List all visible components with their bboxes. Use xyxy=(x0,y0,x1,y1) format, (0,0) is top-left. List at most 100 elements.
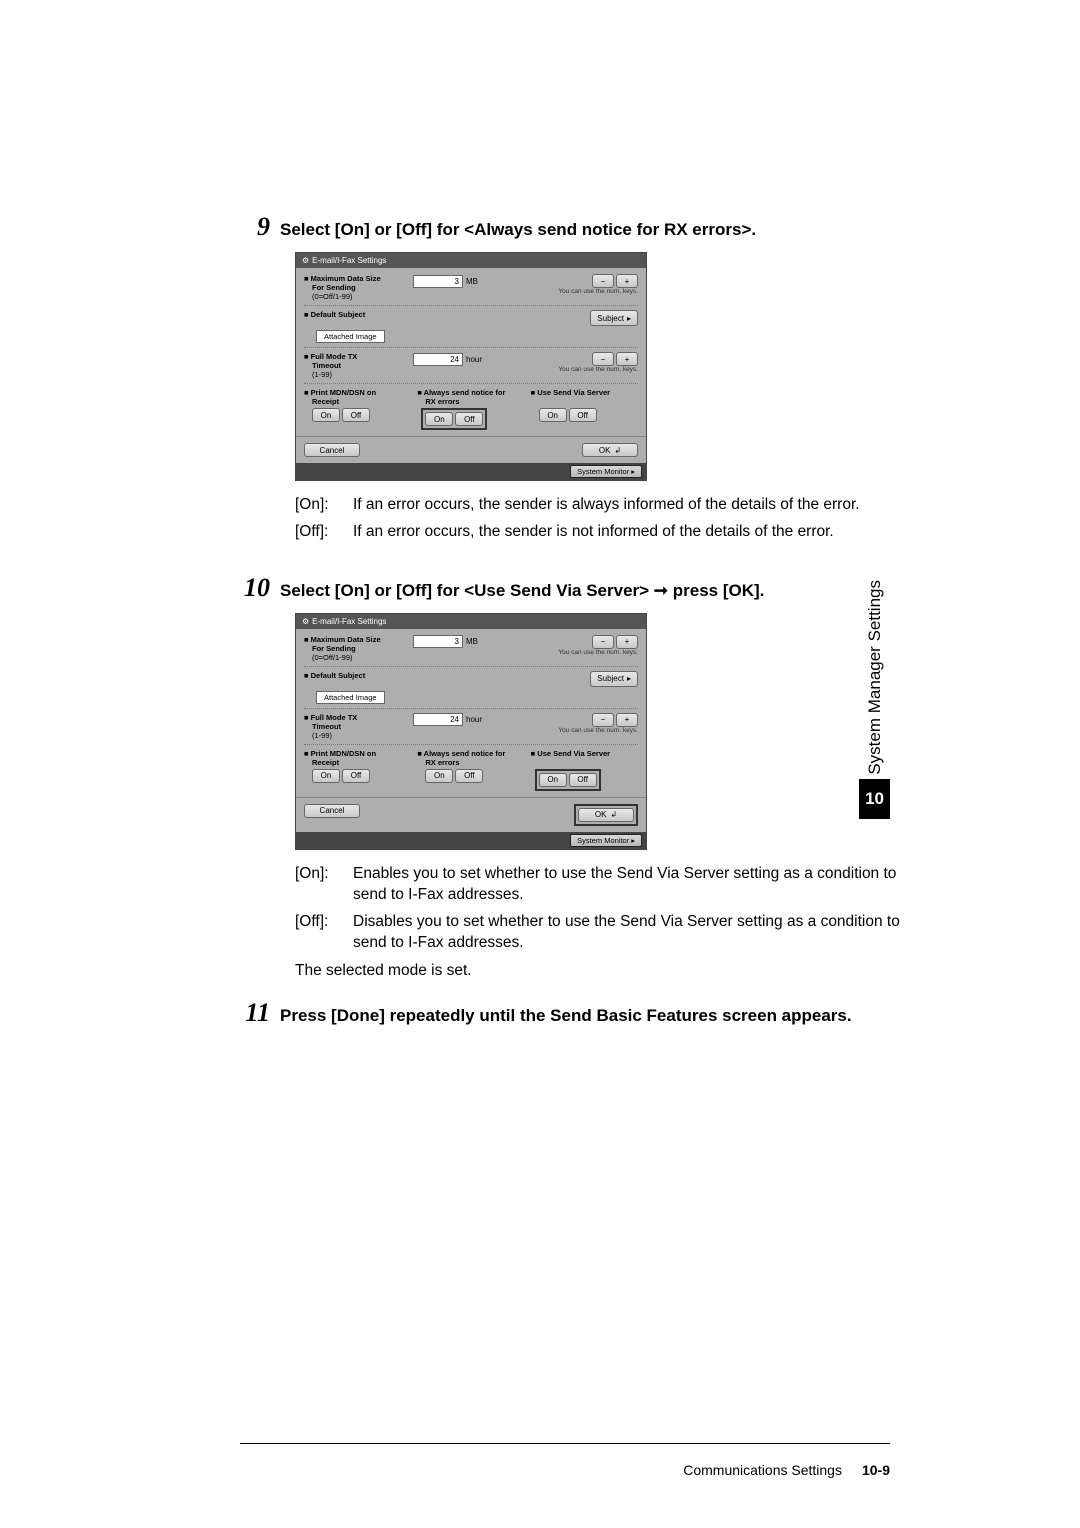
chapter-side-tab: System Manager Settings 10 xyxy=(859,580,890,819)
minus-button[interactable]: − xyxy=(592,713,614,727)
fullmode-label: Full Mode TX xyxy=(311,352,358,361)
numkey-hint: You can use the num. keys. xyxy=(413,649,638,656)
off-description: If an error occurs, the sender is not in… xyxy=(353,522,834,543)
dialog-title-bar: ⚙ E-mail/I-Fax Settings xyxy=(296,614,646,629)
on-button[interactable]: On xyxy=(425,769,453,783)
system-monitor-button[interactable]: System Monitor ▸ xyxy=(570,465,642,478)
chapter-number-box: 10 xyxy=(859,779,890,819)
unit-mb: MB xyxy=(466,277,478,286)
step-title: Press [Done] repeatedly until the Send B… xyxy=(280,1005,852,1028)
max-data-range: (0=Off/1-99) xyxy=(312,653,409,662)
mdn-label: Print MDN/DSN on xyxy=(311,388,376,397)
plus-button[interactable]: + xyxy=(616,352,638,366)
on-description: If an error occurs, the sender is always… xyxy=(353,495,860,516)
fullmode-input[interactable]: 24 xyxy=(413,353,463,366)
on-button[interactable]: On xyxy=(312,408,340,422)
step-10-heading: 10 Select [On] or [Off] for <Use Send Vi… xyxy=(240,573,900,603)
ok-button[interactable]: OK ↲ xyxy=(578,808,634,822)
subject-label: Default Subject xyxy=(311,671,366,680)
notice-label: Always send notice for xyxy=(424,749,506,758)
footer-divider xyxy=(240,1443,890,1444)
viaserver-selection-highlight: On Off xyxy=(535,769,601,791)
on-description: Enables you to set whether to use the Se… xyxy=(353,864,900,906)
numkey-hint: You can use the num. keys. xyxy=(413,288,638,295)
mode-set-note: The selected mode is set. xyxy=(295,962,900,980)
fullmode-label2: Timeout xyxy=(312,361,409,370)
subject-button[interactable]: Subject ▸ xyxy=(590,310,638,326)
fullmode-range: (1-99) xyxy=(312,370,409,379)
mdn-label2: Receipt xyxy=(312,758,411,767)
step-number: 10 xyxy=(240,573,270,603)
numkey-hint: You can use the num. keys. xyxy=(413,366,638,373)
mdn-label2: Receipt xyxy=(312,397,411,406)
off-button[interactable]: Off xyxy=(342,408,370,422)
notice-selection-highlight: On Off xyxy=(421,408,487,430)
max-data-label2: For Sending xyxy=(312,283,409,292)
subject-value: Attached Image xyxy=(316,330,385,343)
settings-screenshot-2: ⚙ E-mail/I-Fax Settings ■ Maximum Data S… xyxy=(295,613,647,850)
viaserver-label: Use Send Via Server xyxy=(537,388,610,397)
on-button[interactable]: On xyxy=(539,408,567,422)
max-data-label: Maximum Data Size xyxy=(311,274,381,283)
step-11-heading: 11 Press [Done] repeatedly until the Sen… xyxy=(240,998,900,1028)
page-footer: Communications Settings 10-9 xyxy=(683,1462,890,1478)
off-label: [Off]: xyxy=(295,522,343,543)
off-button[interactable]: Off xyxy=(569,773,597,787)
unit-hour: hour xyxy=(466,715,482,724)
max-data-input[interactable]: 3 xyxy=(413,635,463,648)
gear-icon: ⚙ xyxy=(302,256,309,265)
chevron-right-icon: ▸ xyxy=(627,314,631,323)
fullmode-label2: Timeout xyxy=(312,722,409,731)
mdn-label: Print MDN/DSN on xyxy=(311,749,376,758)
subject-value: Attached Image xyxy=(316,691,385,704)
max-data-range: (0=Off/1-99) xyxy=(312,292,409,301)
subject-label: Default Subject xyxy=(311,310,366,319)
plus-button[interactable]: + xyxy=(616,713,638,727)
footer-page-number: 10-9 xyxy=(862,1462,890,1478)
ok-button[interactable]: OK ↲ xyxy=(582,443,638,457)
off-description: Disables you to set whether to use the S… xyxy=(353,912,900,954)
step-number: 11 xyxy=(240,998,270,1028)
viaserver-label: Use Send Via Server xyxy=(537,749,610,758)
fullmode-label: Full Mode TX xyxy=(311,713,358,722)
step-title: Select [On] or [Off] for <Always send no… xyxy=(280,219,756,242)
settings-screenshot-1: ⚙ E-mail/I-Fax Settings ■ Maximum Data S… xyxy=(295,252,647,481)
chevron-right-icon: ▸ xyxy=(631,836,635,845)
plus-button[interactable]: + xyxy=(616,635,638,649)
dialog-title: E-mail/I-Fax Settings xyxy=(312,617,386,626)
return-icon: ↲ xyxy=(614,446,621,455)
notice-label2: RX errors xyxy=(425,397,524,406)
cancel-button[interactable]: Cancel xyxy=(304,804,360,818)
unit-mb: MB xyxy=(466,637,478,646)
notice-label2: RX errors xyxy=(425,758,524,767)
subject-button[interactable]: Subject ▸ xyxy=(590,671,638,687)
on-label: [On]: xyxy=(295,864,343,906)
cancel-button[interactable]: Cancel xyxy=(304,443,360,457)
off-button[interactable]: Off xyxy=(455,769,483,783)
max-data-input[interactable]: 3 xyxy=(413,275,463,288)
step-number: 9 xyxy=(240,212,270,242)
on-button[interactable]: On xyxy=(539,773,567,787)
chapter-side-label: System Manager Settings xyxy=(865,580,885,775)
on-button[interactable]: On xyxy=(425,412,453,426)
off-button[interactable]: Off xyxy=(569,408,597,422)
off-button[interactable]: Off xyxy=(455,412,483,426)
ok-selection-highlight: OK ↲ xyxy=(574,804,638,826)
on-label: [On]: xyxy=(295,495,343,516)
step-title: Select [On] or [Off] for <Use Send Via S… xyxy=(280,580,764,603)
plus-button[interactable]: + xyxy=(616,274,638,288)
minus-button[interactable]: − xyxy=(592,274,614,288)
dialog-title: E-mail/I-Fax Settings xyxy=(312,256,386,265)
minus-button[interactable]: − xyxy=(592,635,614,649)
numkey-hint: You can use the num. keys. xyxy=(413,727,638,734)
off-button[interactable]: Off xyxy=(342,769,370,783)
minus-button[interactable]: − xyxy=(592,352,614,366)
max-data-label: Maximum Data Size xyxy=(311,635,381,644)
gear-icon: ⚙ xyxy=(302,617,309,626)
fullmode-input[interactable]: 24 xyxy=(413,713,463,726)
dialog-title-bar: ⚙ E-mail/I-Fax Settings xyxy=(296,253,646,268)
on-button[interactable]: On xyxy=(312,769,340,783)
unit-hour: hour xyxy=(466,355,482,364)
system-monitor-button[interactable]: System Monitor ▸ xyxy=(570,834,642,847)
step-10-description: [On]: Enables you to set whether to use … xyxy=(295,864,900,954)
